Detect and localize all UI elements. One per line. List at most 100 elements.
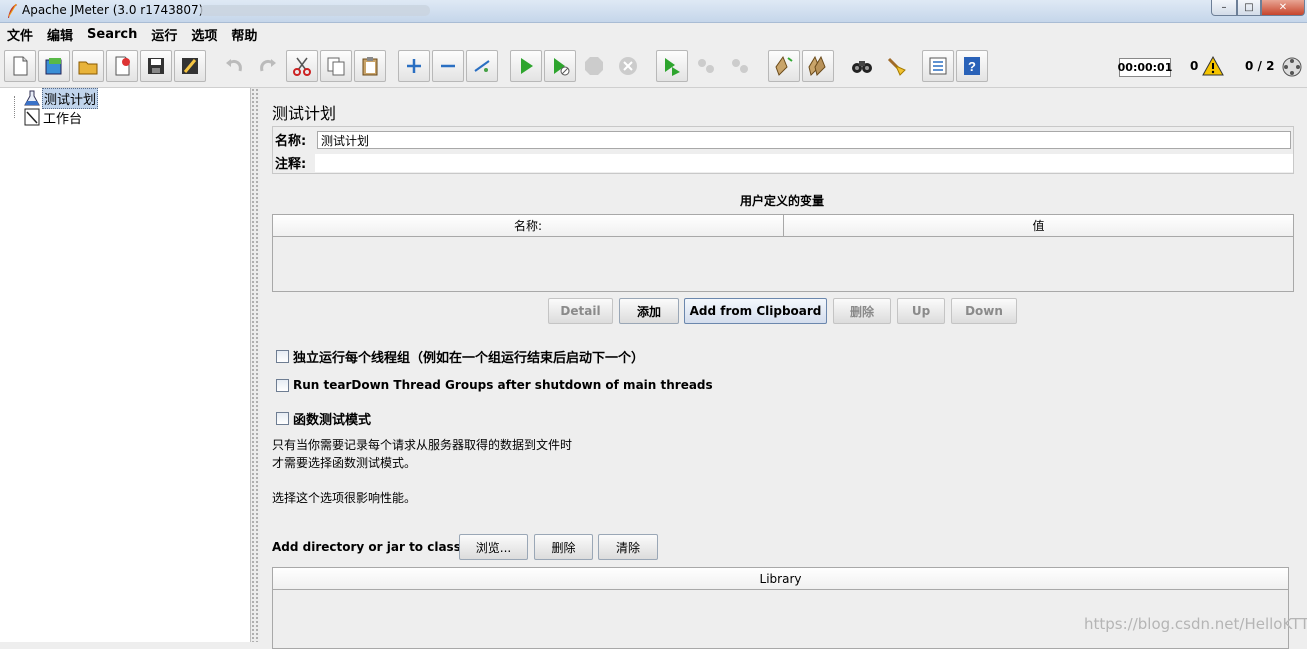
remote-start-button[interactable] <box>656 50 688 82</box>
functional-mode-checkbox[interactable]: 函数测试模式 <box>276 409 371 428</box>
undo-icon <box>226 59 242 72</box>
open-icon <box>78 61 98 75</box>
workbench-icon <box>24 108 40 126</box>
save-button[interactable] <box>140 50 172 82</box>
title-bar: Apache JMeter (3.0 r1743807) – □ ✕ <box>0 0 1307 23</box>
tree-node-test-plan[interactable]: 测试计划 <box>22 87 99 109</box>
svg-text:?: ? <box>968 59 976 74</box>
delete-classpath-button[interactable]: 删除 <box>534 534 593 560</box>
paste-icon <box>362 57 378 76</box>
serialize-thread-groups-checkbox[interactable]: 独立运行每个线程组（例如在一个组运行结束后启动下一个） <box>276 347 644 366</box>
new-button[interactable] <box>4 50 36 82</box>
test-plan-icon <box>24 90 40 106</box>
new-icon <box>13 56 28 76</box>
name-input[interactable]: 测试计划 <box>317 130 1291 149</box>
toggle-button[interactable] <box>466 50 498 82</box>
stop-icon <box>585 57 603 75</box>
elapsed-timer: 00:00:01 <box>1118 58 1172 77</box>
start-icon <box>521 58 533 74</box>
error-count: 0 <box>1190 59 1199 73</box>
detail-button[interactable]: Detail <box>548 298 613 324</box>
teardown-checkbox[interactable]: Run tearDown Thread Groups after shutdow… <box>276 378 713 392</box>
search-button[interactable] <box>846 50 878 82</box>
shutdown-button[interactable] <box>612 50 644 82</box>
collapse-all-button[interactable] <box>432 50 464 82</box>
clear-classpath-button[interactable]: 清除 <box>598 534 658 560</box>
help-button[interactable]: ? <box>956 50 988 82</box>
undo-button[interactable] <box>218 50 250 82</box>
table-header: Library <box>273 568 1288 590</box>
expand-all-button[interactable] <box>398 50 430 82</box>
column-value-header[interactable]: 值 <box>784 215 1293 236</box>
window-title: Apache JMeter (3.0 r1743807) <box>22 3 204 17</box>
move-up-button[interactable]: Up <box>897 298 945 324</box>
paste-button[interactable] <box>354 50 386 82</box>
checkbox-box[interactable] <box>276 412 289 425</box>
start-no-pause-icon <box>554 58 570 76</box>
close-file-button[interactable] <box>106 50 138 82</box>
tree-node-workbench[interactable]: 工作台 <box>22 108 83 127</box>
collapse-icon <box>441 64 455 68</box>
performance-note: 选择这个选项很影响性能。 <box>272 491 417 505</box>
search-icon <box>852 61 872 73</box>
active-threads: 0 / 2 <box>1245 59 1275 73</box>
redo-icon <box>260 59 276 72</box>
browse-button[interactable]: 浏览... <box>459 534 528 560</box>
menu-run[interactable]: 运行 <box>144 25 184 44</box>
menu-options[interactable]: 选项 <box>184 25 224 44</box>
tree-node-label: 工作台 <box>43 111 83 127</box>
cut-button[interactable] <box>286 50 318 82</box>
warning-icon[interactable] <box>1202 55 1224 77</box>
panel-title: 测试计划 <box>272 104 337 123</box>
checkbox-box[interactable] <box>276 378 289 392</box>
remote-shutdown-icon <box>732 59 748 73</box>
menu-edit[interactable]: 编辑 <box>40 25 80 44</box>
classpath-library-table: Library <box>272 567 1289 649</box>
comment-input[interactable] <box>315 153 1293 172</box>
redo-button[interactable] <box>252 50 284 82</box>
reset-search-button[interactable] <box>880 50 912 82</box>
save-as-button[interactable] <box>174 50 206 82</box>
clear-button[interactable] <box>768 50 800 82</box>
templates-button[interactable] <box>38 50 70 82</box>
user-variables-table: 名称: 值 <box>272 214 1294 292</box>
open-button[interactable] <box>72 50 104 82</box>
column-name-header[interactable]: 名称: <box>273 215 784 236</box>
test-plan-panel: 测试计划 名称: 测试计划 注释: 用户定义的变量 名称: 值 Detail 添… <box>262 88 1307 649</box>
clear-all-button[interactable] <box>802 50 834 82</box>
copy-button[interactable] <box>320 50 352 82</box>
test-tree: 测试计划 工作台 <box>0 87 251 642</box>
remote-stop-button[interactable] <box>690 50 722 82</box>
clear-icon <box>775 55 793 76</box>
name-label: 名称: <box>275 134 307 149</box>
start-no-pause-button[interactable] <box>544 50 576 82</box>
save-icon <box>148 58 164 74</box>
split-pane-divider[interactable] <box>251 88 260 642</box>
add-from-clipboard-button[interactable]: Add from Clipboard <box>684 298 827 324</box>
remote-status-icon <box>1282 57 1302 77</box>
menu-help[interactable]: 帮助 <box>224 25 264 44</box>
blurred-path <box>200 5 430 16</box>
close-window-button[interactable]: ✕ <box>1261 0 1305 16</box>
tree-connector <box>14 96 15 118</box>
maximize-button[interactable]: □ <box>1237 0 1261 16</box>
minimize-button[interactable]: – <box>1211 0 1237 16</box>
remote-shutdown-button[interactable] <box>724 50 756 82</box>
start-button[interactable] <box>510 50 542 82</box>
help-icon: ? <box>964 57 980 75</box>
delete-variable-button[interactable]: 删除 <box>833 298 891 324</box>
checkbox-label: 独立运行每个线程组（例如在一个组运行结束后启动下一个） <box>293 351 645 366</box>
user-variables-title: 用户定义的变量 <box>739 194 824 208</box>
checkbox-label: 函数测试模式 <box>293 413 372 428</box>
move-down-button[interactable]: Down <box>951 298 1017 324</box>
remote-start-icon <box>665 58 680 76</box>
add-button[interactable]: 添加 <box>619 298 679 324</box>
menu-search[interactable]: Search <box>80 27 144 42</box>
menu-file[interactable]: 文件 <box>0 25 40 44</box>
stop-button[interactable] <box>578 50 610 82</box>
column-library-header[interactable]: Library <box>273 568 1288 589</box>
checkbox-box[interactable] <box>276 350 289 363</box>
toolbar: ? 00:00:01 0 0 / 2 <box>0 47 1307 88</box>
function-helper-button[interactable] <box>922 50 954 82</box>
toggle-icon <box>474 60 490 72</box>
